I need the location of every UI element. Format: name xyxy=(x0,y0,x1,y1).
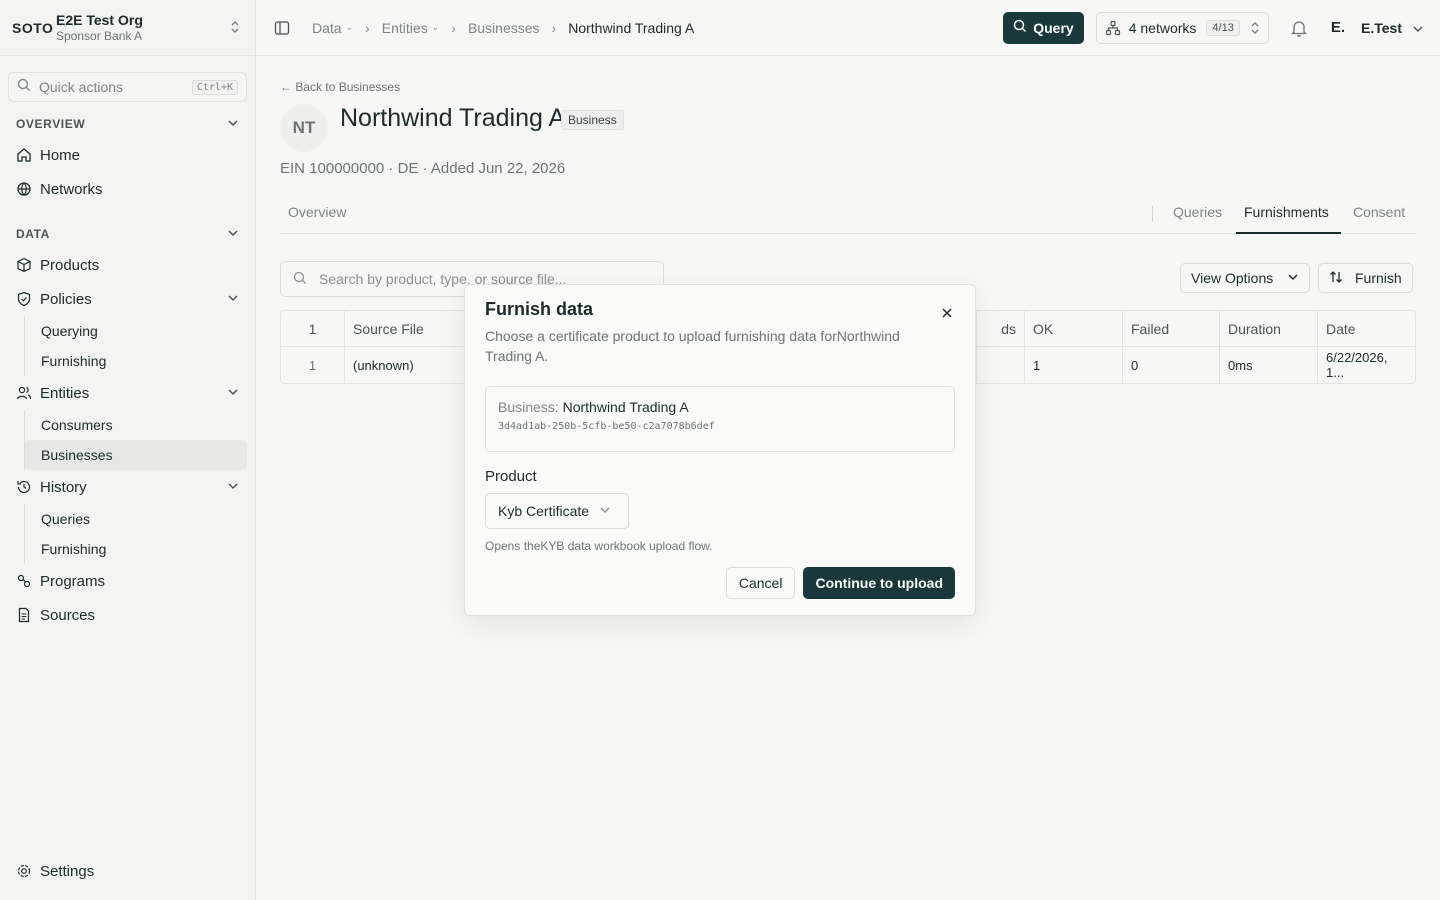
furnish-dialog: Furnish data Choose a certificate produc… xyxy=(464,284,976,616)
entity-summary-value: Northwind Trading A xyxy=(562,399,689,415)
dialog-actions: Cancel Continue to upload xyxy=(725,567,955,599)
product-hint: Opens theKYB data workbook upload flow. xyxy=(485,539,713,553)
cancel-button[interactable]: Cancel xyxy=(725,567,796,599)
dialog-description: Choose a certificate product to upload f… xyxy=(485,328,900,364)
product-select-value: Kyb Certificate xyxy=(498,503,590,519)
product-select[interactable]: Kyb Certificate xyxy=(485,493,629,529)
dialog-title: Furnish data xyxy=(485,299,594,319)
close-icon[interactable] xyxy=(939,305,955,321)
continue-to-upload-button[interactable]: Continue to upload xyxy=(803,567,955,599)
entity-id: 3d4ad1ab-250b-5cfb-be50-c2a7078b6def xyxy=(498,421,715,432)
entity-summary: Business: Northwind Trading A 3d4ad1ab-2… xyxy=(485,386,955,452)
entity-summary-line: Business: Northwind Trading A xyxy=(498,399,942,415)
chevron-down-icon xyxy=(599,505,611,517)
product-label: Product xyxy=(485,468,537,485)
entity-summary-key: Business: xyxy=(498,399,559,415)
